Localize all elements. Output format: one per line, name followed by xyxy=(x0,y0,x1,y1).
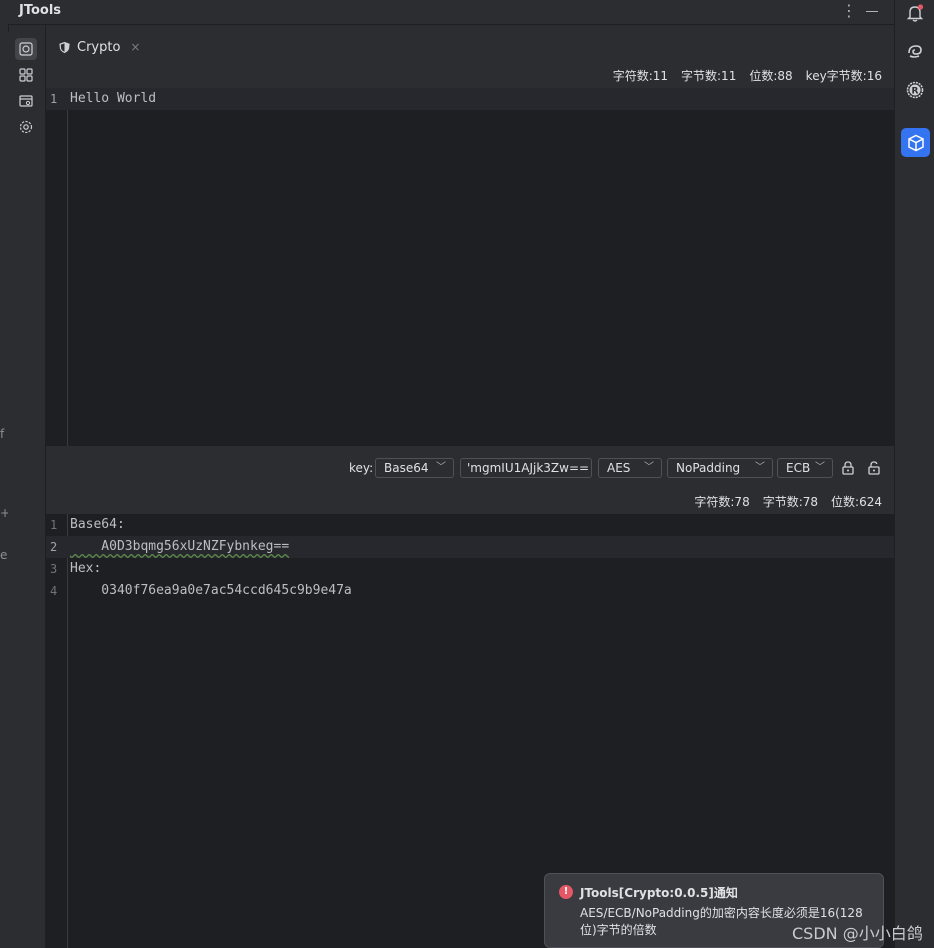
editor-line[interactable]: 1 Base64: xyxy=(46,514,894,536)
line-text: Hex: xyxy=(70,561,102,576)
line-text: A0D3bqmg56xUzNZFybnkeg== xyxy=(70,539,290,554)
mode-select[interactable]: ECB ﹀ xyxy=(777,458,833,478)
watermark: CSDN @小小白鸽 xyxy=(792,924,923,943)
byte-count: 字节数:78 xyxy=(762,495,819,509)
editor-line[interactable]: 3 Hex: xyxy=(46,558,894,580)
right-sidebar: R xyxy=(894,0,934,948)
input-stats-bar: 字符数:11 字节数:11 位数:88 key字节数:16 xyxy=(46,61,894,87)
svg-text:R: R xyxy=(912,87,919,97)
key-input[interactable]: 'mgmIU1AJjk3Zw== xyxy=(460,458,592,478)
more-options-icon[interactable]: ⋮ xyxy=(841,1,857,20)
divider xyxy=(0,24,894,25)
rust-plugin-icon[interactable]: R xyxy=(902,77,928,103)
editor-line[interactable]: 2 A0D3bqmg56xUzNZFybnkeg== xyxy=(46,536,894,558)
settings-gear-icon[interactable] xyxy=(15,116,37,138)
line-number: 2 xyxy=(50,540,58,554)
left-toolbar xyxy=(8,32,45,948)
notification-title: JTools[Crypto:0.0.5]通知 xyxy=(580,886,738,900)
unlock-icon[interactable] xyxy=(866,460,882,476)
error-icon: ! xyxy=(559,885,573,899)
chevron-down-icon: ﹀ xyxy=(644,462,654,473)
cube-plugin-icon[interactable] xyxy=(901,128,930,157)
tab-crypto[interactable]: Crypto × xyxy=(58,37,140,57)
calendar-window-icon[interactable] xyxy=(15,90,37,112)
bit-count: 位数:88 xyxy=(749,69,793,83)
key-byte-count: key字节数:16 xyxy=(805,69,882,83)
line-text: 0340f76ea9a0e7ac54ccd645c9b9e47a xyxy=(70,583,352,598)
byte-count: 字节数:11 xyxy=(681,69,737,83)
editor-line[interactable]: 1 Hello World xyxy=(46,88,894,110)
tab-close-icon[interactable]: × xyxy=(130,40,140,54)
bit-count: 位数:624 xyxy=(831,495,882,509)
plugins-grid-icon[interactable] xyxy=(15,64,37,86)
edge-glyph: e xyxy=(0,548,8,562)
line-number: 1 xyxy=(50,518,58,532)
algorithm-select[interactable]: AES ﹀ xyxy=(598,458,662,478)
key-format-select[interactable]: Base64 ﹀ xyxy=(375,458,454,478)
line-number: 1 xyxy=(50,92,58,106)
tab-crypto-label: Crypto xyxy=(77,39,121,55)
line-text: Base64: xyxy=(70,517,125,532)
cipher-controls: key: Base64 ﹀ 'mgmIU1AJjk3Zw== AES ﹀ NoPad… xyxy=(46,455,894,482)
crypto-tool-icon[interactable] xyxy=(15,38,37,60)
notifications-bell-icon[interactable] xyxy=(902,0,928,26)
swirl-plugin-icon[interactable] xyxy=(902,38,928,64)
padding-select[interactable]: NoPadding ﹀ xyxy=(667,458,773,478)
input-editor[interactable]: 1 Hello World xyxy=(46,88,894,446)
output-stats-bar: 字符数:78 字节数:78 位数:624 xyxy=(46,487,894,513)
line-text: Hello World xyxy=(70,91,157,106)
line-number: 3 xyxy=(50,562,58,576)
editor-line[interactable]: 4 0340f76ea9a0e7ac54ccd645c9b9e47a xyxy=(46,580,894,602)
chevron-down-icon: ﹀ xyxy=(755,462,765,473)
tab-strip: Crypto × xyxy=(46,32,894,60)
key-label: key: xyxy=(349,461,374,475)
lock-icon[interactable] xyxy=(840,460,856,476)
shield-icon xyxy=(59,41,70,53)
line-number: 4 xyxy=(50,584,58,598)
chevron-down-icon: ﹀ xyxy=(436,462,446,473)
line-gutter xyxy=(46,88,68,446)
char-count: 字符数:11 xyxy=(612,69,669,83)
chevron-down-icon: ﹀ xyxy=(815,462,825,473)
app-title: JTools xyxy=(19,3,62,18)
char-count: 字符数:78 xyxy=(694,495,750,509)
title-bar: JTools ⋮ xyxy=(0,0,894,24)
minimize-icon[interactable] xyxy=(866,11,878,12)
edge-glyph: f xyxy=(0,427,5,441)
